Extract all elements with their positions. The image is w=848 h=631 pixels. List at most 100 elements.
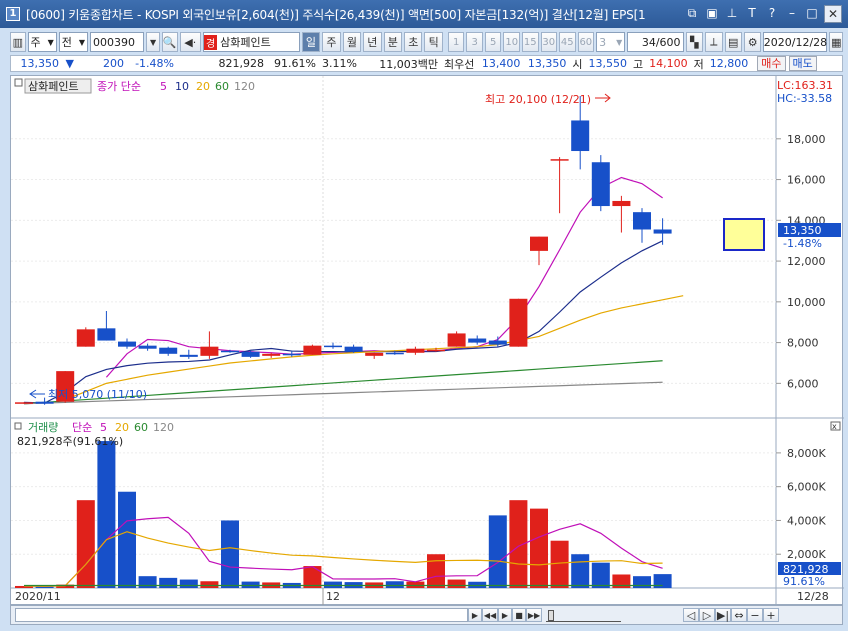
minute-option-60[interactable]: 60 — [577, 32, 595, 52]
volume-bar — [138, 576, 157, 588]
high-price: 14,100 — [649, 57, 688, 70]
bottom-scrollbar: ▶ ◀◀ ▶ ■ ▶▶ ◁ ▷ ▶| ⇔ − + — [10, 605, 843, 625]
scroll-track[interactable] — [15, 608, 468, 622]
volume-bar — [427, 554, 445, 588]
interval-select[interactable]: 3 ▼ — [596, 32, 626, 52]
volume-bar — [550, 540, 569, 588]
stock-name: 삼화페인트 — [220, 36, 271, 49]
tab-month[interactable]: 월 — [342, 32, 362, 52]
save-icon[interactable]: ▤ — [724, 32, 742, 52]
gear-icon[interactable]: ⚙ — [743, 32, 762, 52]
minute-option-3[interactable]: 3 — [466, 32, 483, 52]
prev-select-value: 전 — [61, 36, 72, 49]
minute-option-30[interactable]: 30 — [540, 32, 558, 52]
close-icon[interactable]: ✕ — [824, 5, 842, 23]
stock-name-box: 경 삼화페인트 — [202, 32, 300, 52]
candle-body — [591, 162, 610, 207]
volume-bar — [324, 581, 342, 588]
candle-body — [303, 345, 322, 355]
lc-label: LC:163.31 — [777, 79, 833, 92]
fast-forward-icon[interactable]: ▶▶ — [526, 608, 542, 622]
sell-button[interactable]: 매도 — [788, 56, 817, 71]
tab-second[interactable]: 초 — [404, 32, 423, 52]
candlestick-chart[interactable]: 18,00016,00014,00012,00010,0008,0006,000… — [11, 76, 844, 606]
code-dropdown-button[interactable]: ▼ — [146, 32, 160, 52]
nav-end-icon[interactable]: ▶| — [715, 608, 731, 622]
buy-button[interactable]: 매수 — [757, 56, 786, 71]
volume-current-label: 821,928주(91.61%) — [17, 435, 123, 448]
minute-option-10[interactable]: 10 — [503, 32, 520, 52]
tab-year[interactable]: 년 — [363, 32, 382, 52]
high-label: 고 — [633, 57, 644, 71]
stop-icon[interactable]: ■ — [512, 608, 526, 622]
ma-period-120: 120 — [234, 80, 255, 93]
candle-body — [241, 351, 260, 357]
calendar-icon[interactable]: ▦ — [829, 32, 844, 52]
tab-week[interactable]: 주 — [322, 32, 341, 52]
period-select-value: 주 — [30, 36, 41, 49]
volume-bar — [591, 562, 610, 588]
candle-body — [97, 328, 116, 341]
candle-body — [159, 347, 178, 354]
ask-price: 13,400 — [481, 57, 521, 70]
maximize-icon[interactable]: □ — [804, 5, 820, 21]
volume-bar — [530, 508, 548, 588]
tab-day[interactable]: 일 — [301, 32, 321, 52]
period-select[interactable]: 주 ▼ — [27, 32, 57, 52]
ma-period-60: 60 — [215, 80, 229, 93]
candle-body — [262, 353, 281, 356]
zoom-in-icon[interactable]: + — [763, 608, 779, 622]
window-title: [0600] 키움종합차트 - KOSPI 외국인보유[2,604(천)] 주식… — [26, 7, 646, 22]
rewind-icon[interactable]: ◀◀ — [482, 608, 498, 622]
prev-select[interactable]: 전 ▼ — [58, 32, 88, 52]
nav-left-icon[interactable]: ◁ — [683, 608, 699, 622]
pin-icon[interactable]: ⊥ — [724, 5, 740, 21]
candle-body — [76, 329, 95, 347]
volume-bar — [159, 577, 178, 588]
candle-body — [282, 353, 301, 356]
window-icon[interactable]: ▣ — [704, 5, 720, 21]
candle-body — [550, 159, 569, 161]
stock-code-input[interactable]: 000390 — [89, 32, 145, 52]
play-icon[interactable]: ▶ — [498, 608, 512, 622]
volume-panel-handle-icon[interactable] — [14, 422, 22, 430]
fit-icon[interactable]: ⇔ — [731, 608, 747, 622]
volume-current-pct: 91.61% — [783, 575, 825, 588]
chart-settings-icon[interactable]: ▚ — [685, 32, 704, 52]
link-icon[interactable]: ⧉ — [684, 5, 700, 21]
tab-tick[interactable]: 틱 — [424, 32, 443, 52]
volume-bar — [633, 576, 651, 588]
tab-minute[interactable]: 분 — [383, 32, 403, 52]
minute-option-1[interactable]: 1 — [447, 32, 465, 52]
x-label-nov: 2020/11 — [15, 590, 61, 603]
date-input[interactable]: 2020/12/28 — [763, 32, 828, 52]
font-icon[interactable]: T — [744, 5, 760, 21]
vol-ma-period-20: 20 — [115, 421, 129, 434]
search-icon[interactable]: 🔍 — [161, 32, 178, 52]
candle-body — [179, 354, 198, 357]
forecast-box[interactable] — [723, 218, 765, 251]
layout-icon[interactable]: ▥ — [10, 32, 26, 52]
chart-area[interactable]: 18,000 16,000 14,000 12,000 10,000 8,000 6,000… — [10, 75, 844, 606]
speed-slider[interactable] — [546, 608, 621, 622]
ma-period-10: 10 — [175, 80, 189, 93]
candle-body — [427, 349, 445, 352]
ruler-icon[interactable]: ⟂ — [705, 32, 723, 52]
chevron-down-icon: ▼ — [616, 37, 623, 47]
minimize-icon[interactable]: – — [784, 5, 800, 21]
minute-option-15[interactable]: 15 — [522, 32, 539, 52]
chevron-down-icon: ▼ — [47, 37, 54, 47]
help-icon[interactable]: ? — [764, 5, 780, 21]
scroll-right-icon[interactable]: ▶ — [468, 608, 482, 622]
slider-handle[interactable] — [548, 610, 554, 621]
price-tick-label: 12,000 — [787, 255, 826, 268]
minute-option-5[interactable]: 5 — [484, 32, 502, 52]
price-tick-label: 8,000 — [787, 337, 819, 350]
zoom-out-icon[interactable]: − — [747, 608, 763, 622]
nav-right-icon[interactable]: ▷ — [699, 608, 715, 622]
sound-icon[interactable]: ◀· — [179, 32, 201, 52]
count-input[interactable]: 34/600 — [627, 32, 684, 52]
stock-badge: 경 — [203, 34, 218, 50]
minute-option-45[interactable]: 45 — [559, 32, 576, 52]
interval-value: 3 — [599, 35, 607, 49]
